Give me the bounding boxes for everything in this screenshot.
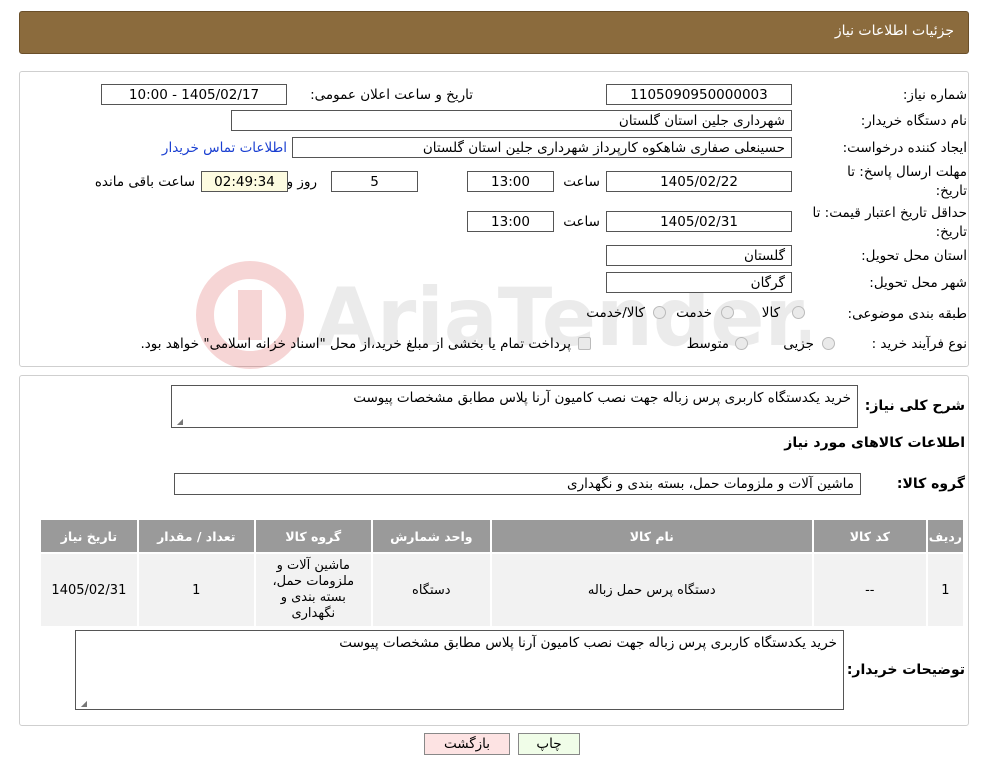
goods-info-title: اطلاعات کالاهای مورد نیاز xyxy=(784,435,965,451)
resize-grip-icon[interactable]: ◢ xyxy=(79,699,87,708)
need-number-field: 1105090950000003 xyxy=(606,84,792,105)
need-number-label: شماره نیاز: xyxy=(902,87,967,103)
goods-group-field: ماشین آلات و ملزومات حمل، بسته بندی و نگ… xyxy=(174,473,861,495)
resize-grip-icon[interactable]: ◢ xyxy=(175,417,183,426)
category-radio-goods[interactable] xyxy=(792,306,805,319)
city-field: گرگان xyxy=(606,272,792,293)
announce-label: تاریخ و ساعت اعلان عمومی: xyxy=(310,87,473,103)
buyer-notes-text: خرید یکدستگاه کاربری پرس زباله جهت نصب ک… xyxy=(339,635,837,651)
goods-group-label: گروه کالا: xyxy=(896,476,965,492)
col-group: گروه کالا xyxy=(253,518,373,554)
remaining-time-field: 02:49:34 xyxy=(201,171,288,192)
cell-qty: 1 xyxy=(136,552,256,628)
general-desc-text: خرید یکدستگاه کاربری پرس زباله جهت نصب ک… xyxy=(353,390,851,406)
cell-group: ماشین آلات و ملزومات حمل، بسته بندی و نگ… xyxy=(253,552,373,628)
category-radio-goods-service[interactable] xyxy=(653,306,666,319)
province-label: استان محل تحویل: xyxy=(861,248,967,264)
buyer-notes-field: خرید یکدستگاه کاربری پرس زباله جهت نصب ک… xyxy=(75,630,844,710)
process-label: نوع فرآیند خرید : xyxy=(871,336,967,352)
deadline-label: مهلت ارسال پاسخ: تا xyxy=(847,164,967,180)
days-field: 5 xyxy=(331,171,418,192)
process-radio-minor[interactable] xyxy=(822,337,835,350)
cell-name: دستگاه پرس حمل زباله xyxy=(489,552,814,628)
cell-row: 1 xyxy=(925,552,966,628)
process-note: پرداخت تمام یا بخشی از مبلغ خرید،از محل … xyxy=(140,336,571,352)
validity-label: حداقل تاریخ اعتبار قیمت: تا xyxy=(812,205,967,221)
remaining-label: ساعت باقی مانده xyxy=(94,174,195,190)
contact-buyer-link[interactable]: اطلاعات تماس خریدار xyxy=(162,140,287,156)
validity-time-field: 13:00 xyxy=(467,211,554,232)
validity-time-label: ساعت xyxy=(563,214,600,230)
province-field: گلستان xyxy=(606,245,792,266)
announce-field: 1405/02/17 - 10:00 xyxy=(101,84,287,105)
process-radio-medium[interactable] xyxy=(735,337,748,350)
cell-code: -- xyxy=(811,552,928,628)
print-button[interactable]: چاپ xyxy=(518,733,580,755)
category-radio-service[interactable] xyxy=(721,306,734,319)
goods-table: ردیف کد کالا نام کالا واحد شمارش گروه کا… xyxy=(39,518,966,628)
deadline-time-label: ساعت xyxy=(563,174,600,190)
goods-table-header: ردیف کد کالا نام کالا واحد شمارش گروه کا… xyxy=(39,518,966,554)
category-label: طبقه بندی موضوعی: xyxy=(847,306,967,322)
deadline-label-date: تاریخ: xyxy=(935,183,967,199)
days-label: روز و xyxy=(286,174,317,190)
col-qty: تعداد / مقدار xyxy=(136,518,256,554)
deadline-time-field: 13:00 xyxy=(467,171,554,192)
category-option-goods: کالا xyxy=(761,305,780,321)
creator-field: حسینعلی صفاری شاهکوه کارپرداز شهرداری جل… xyxy=(292,137,792,158)
category-option-service: خدمت xyxy=(676,305,712,321)
back-button[interactable]: بازگشت xyxy=(424,733,510,755)
col-date: تاریخ نیاز xyxy=(39,518,139,554)
col-code: کد کالا xyxy=(811,518,928,554)
table-row: 1 -- دستگاه پرس حمل زباله دستگاه ماشین آ… xyxy=(39,552,966,628)
city-label: شهر محل تحویل: xyxy=(869,275,967,291)
general-desc-label: شرح کلی نیاز: xyxy=(864,398,965,414)
treasury-checkbox[interactable] xyxy=(578,337,591,350)
deadline-date-field: 1405/02/22 xyxy=(606,171,792,192)
cell-date: 1405/02/31 xyxy=(39,552,139,628)
creator-label: ایجاد کننده درخواست: xyxy=(842,140,967,156)
col-row: ردیف xyxy=(925,518,966,554)
process-option-medium: متوسط xyxy=(686,336,729,352)
buyer-notes-label: توضیحات خریدار: xyxy=(846,662,965,678)
cell-unit: دستگاه xyxy=(370,552,492,628)
buyer-org-field: شهرداری جلین استان گلستان xyxy=(231,110,792,131)
category-option-goods-service: کالا/خدمت xyxy=(586,305,645,321)
general-desc-field: خرید یکدستگاه کاربری پرس زباله جهت نصب ک… xyxy=(171,385,858,428)
validity-label-date: تاریخ: xyxy=(935,224,967,240)
buyer-org-label: نام دستگاه خریدار: xyxy=(860,113,967,129)
process-option-minor: جزیی xyxy=(783,336,814,352)
page-header: جزئیات اطلاعات نیاز xyxy=(19,11,969,54)
validity-date-field: 1405/02/31 xyxy=(606,211,792,232)
col-name: نام کالا xyxy=(489,518,814,554)
page-title: جزئیات اطلاعات نیاز xyxy=(834,23,954,39)
col-unit: واحد شمارش xyxy=(370,518,492,554)
